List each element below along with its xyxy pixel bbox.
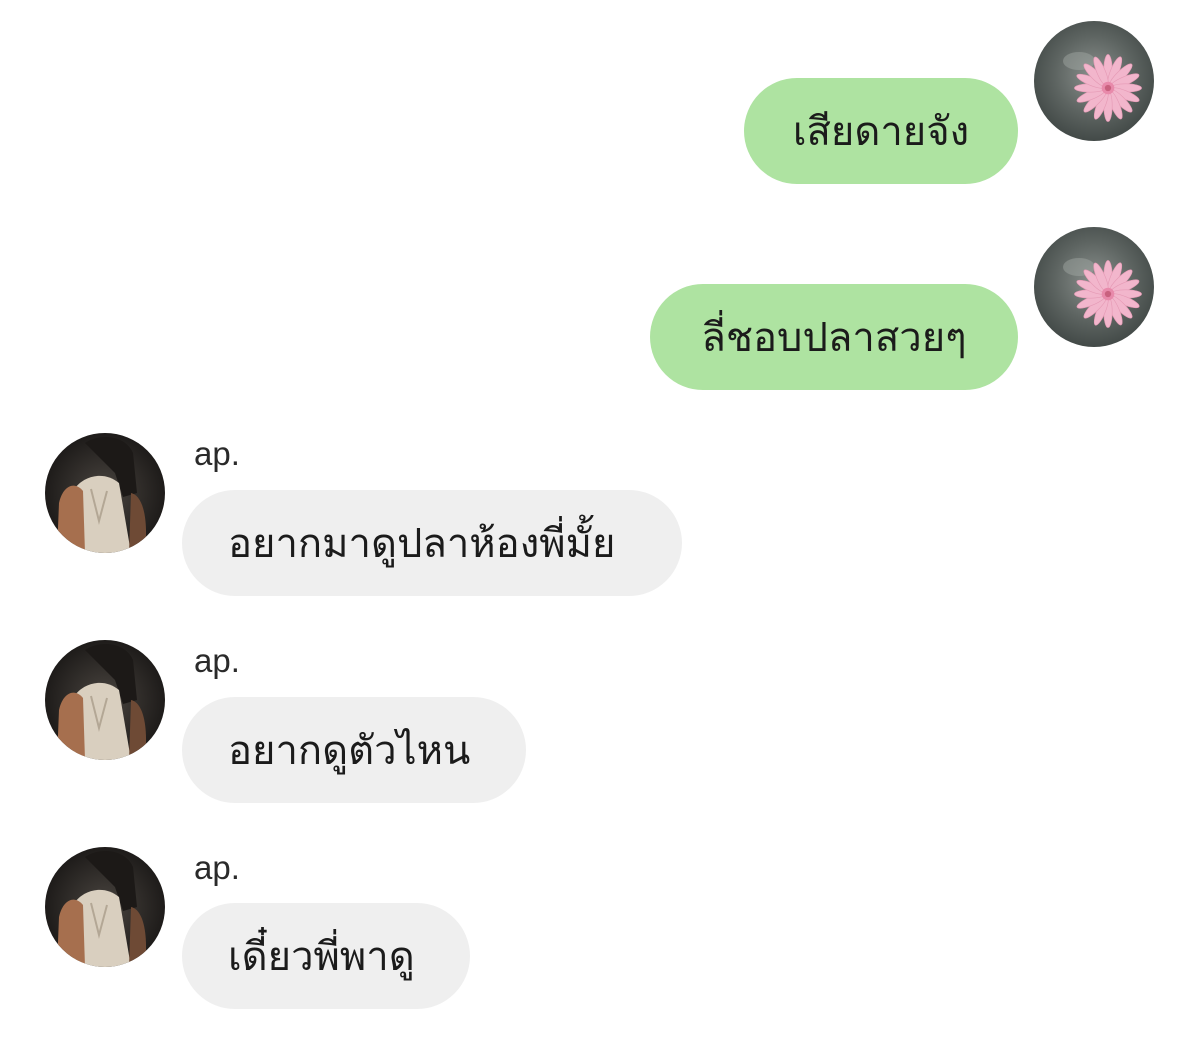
pink-flower-avatar-icon[interactable] <box>1034 21 1154 141</box>
message-bubble-outgoing[interactable]: เสียดายจัง <box>744 78 1018 184</box>
pink-flower-avatar-icon[interactable] <box>1034 227 1154 347</box>
message-bubble-incoming[interactable]: เดี๋ยวพี่พาดู <box>182 903 470 1009</box>
message-text: ลี่ชอบปลาสวยๆ <box>701 315 967 361</box>
message-text: เดี๋ยวพี่พาดู <box>228 934 415 980</box>
message-text: อยากมาดูปลาห้องพี่มั้ย <box>228 521 616 567</box>
sender-name: ap. <box>194 849 240 886</box>
message-text: อยากดูตัวไหน <box>228 728 471 774</box>
sender-name: ap. <box>194 642 240 679</box>
person-avatar-icon[interactable] <box>45 847 165 967</box>
chat-thread: เสียดายจัง ลี่ชอบปลาสวยๆ ap. อยากมาดูปลา… <box>0 0 1200 1041</box>
sender-name: ap. <box>194 435 240 472</box>
message-bubble-incoming[interactable]: อยากมาดูปลาห้องพี่มั้ย <box>182 490 682 596</box>
message-bubble-outgoing[interactable]: ลี่ชอบปลาสวยๆ <box>650 284 1018 390</box>
person-avatar-icon[interactable] <box>45 640 165 760</box>
person-avatar-icon[interactable] <box>45 433 165 553</box>
message-text: เสียดายจัง <box>792 109 970 155</box>
message-bubble-incoming[interactable]: อยากดูตัวไหน <box>182 697 526 803</box>
